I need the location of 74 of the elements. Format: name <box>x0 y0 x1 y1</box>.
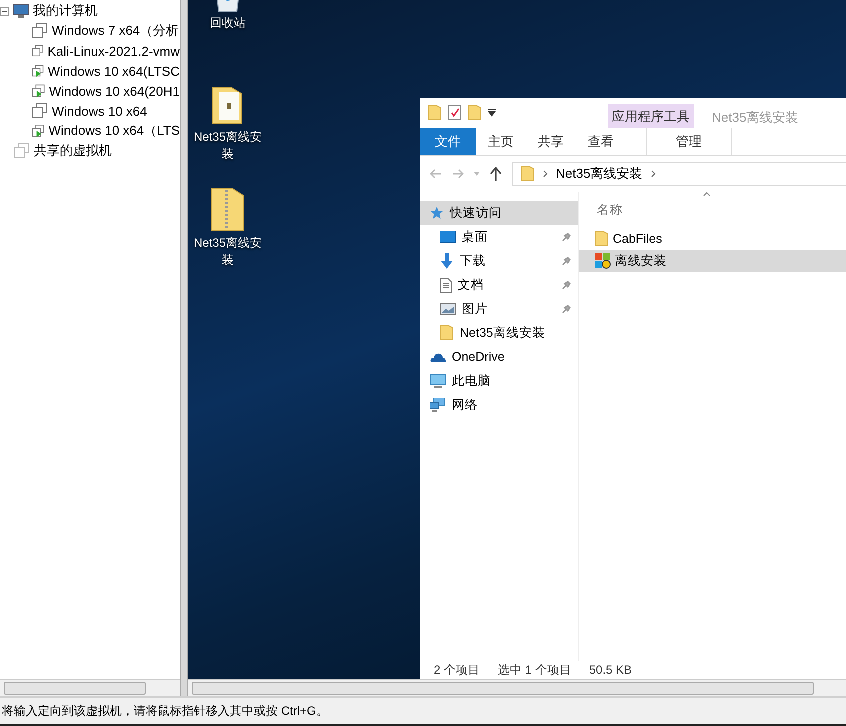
recent-icon[interactable] <box>474 172 480 176</box>
status-text: 50.5 KB <box>589 663 632 677</box>
desktop-shortcut[interactable]: 回收站 <box>190 0 266 32</box>
running-vm-icon <box>32 83 46 99</box>
context-tab-header: 应用程序工具 <box>608 104 694 128</box>
desktop-shortcut[interactable]: Net35离线安装 <box>190 86 266 163</box>
desktop-icon <box>440 231 456 243</box>
new-folder-icon <box>468 105 482 121</box>
nav-item[interactable]: 快速访问 <box>420 201 578 225</box>
cloud-icon <box>430 352 446 362</box>
collapse-icon[interactable] <box>0 6 9 16</box>
vm-item[interactable]: Windows 10 x64 <box>0 101 180 121</box>
ribbon-tab[interactable]: 文件 <box>420 128 476 155</box>
vm-item[interactable]: Windows 7 x64（分析 <box>0 21 180 41</box>
shared-vm-icon <box>14 143 30 159</box>
network-icon <box>430 398 446 412</box>
file-row[interactable]: 离线安装 <box>579 250 846 272</box>
back-icon[interactable] <box>430 169 442 179</box>
status-text: 选中 1 个项目 <box>498 662 572 678</box>
vm-item[interactable]: Windows 10 x64（LTS <box>0 121 180 141</box>
horizontal-scrollbar[interactable] <box>0 679 180 696</box>
folder-icon <box>521 166 535 182</box>
window-title: Net35离线安装 <box>712 109 799 127</box>
nav-item[interactable]: 下载 <box>420 249 578 273</box>
ribbon-tab[interactable]: 管理 <box>646 128 732 155</box>
nav-item[interactable]: 图片 <box>420 297 578 321</box>
vm-icon <box>32 103 48 119</box>
desktop-shortcut[interactable]: Net35离线安装 <box>190 188 266 269</box>
folder-icon <box>428 105 442 121</box>
column-header[interactable]: 名称 <box>579 192 846 228</box>
folder-icon <box>595 231 609 247</box>
picture-icon <box>440 303 456 315</box>
pin-icon[interactable] <box>562 256 572 266</box>
breadcrumb[interactable]: Net35离线安装 <box>556 165 643 183</box>
pin-icon[interactable] <box>562 232 572 242</box>
down-arrow-icon <box>440 253 454 269</box>
running-vm-icon <box>32 63 44 79</box>
zip-folder-icon <box>211 188 245 232</box>
sort-caret-icon <box>703 192 711 197</box>
nav-item[interactable]: 网络 <box>420 393 578 417</box>
tree-item[interactable]: 共享的虚拟机 <box>0 141 180 161</box>
status-text: 2 个项目 <box>434 662 480 678</box>
pin-icon[interactable] <box>562 280 572 290</box>
vertical-scrollbar[interactable] <box>180 0 188 696</box>
chevron-icon <box>650 170 656 178</box>
forward-icon[interactable] <box>452 169 464 179</box>
vm-item[interactable]: Windows 10 x64(LTSC <box>0 61 180 81</box>
star-icon <box>430 206 444 220</box>
tree-item[interactable]: 我的计算机 <box>0 1 180 21</box>
chevron-icon <box>543 170 548 178</box>
address-bar[interactable]: Net35离线安装 <box>512 162 846 186</box>
nav-item[interactable]: 桌面 <box>420 225 578 249</box>
monitor-icon <box>430 374 446 388</box>
dropdown-icon[interactable] <box>488 109 496 117</box>
horizontal-scrollbar[interactable] <box>188 679 846 696</box>
vm-item[interactable]: Windows 10 x64(20H1 <box>0 81 180 101</box>
vm-icon <box>32 23 48 39</box>
status-message: 将输入定向到该虚拟机，请将鼠标指针移入其中或按 Ctrl+G。 <box>2 702 328 720</box>
folder-icon <box>212 86 244 126</box>
file-row[interactable]: CabFiles <box>579 228 846 250</box>
folder-icon <box>440 325 454 341</box>
running-vm-icon <box>32 123 45 139</box>
pin-icon[interactable] <box>562 304 572 314</box>
properties-icon[interactable] <box>448 105 462 121</box>
nav-item[interactable]: 此电脑 <box>420 369 578 393</box>
up-arrow-icon[interactable] <box>490 167 502 181</box>
installer-icon <box>595 253 611 269</box>
vm-item[interactable]: Kali-Linux-2021.2-vmw <box>0 41 180 61</box>
document-icon <box>440 278 452 292</box>
vm-icon <box>32 43 44 59</box>
nav-item[interactable]: OneDrive <box>420 345 578 369</box>
nav-item[interactable]: 文档 <box>420 273 578 297</box>
nav-item[interactable]: Net35离线安装 <box>420 321 578 345</box>
computer-icon <box>13 4 29 18</box>
